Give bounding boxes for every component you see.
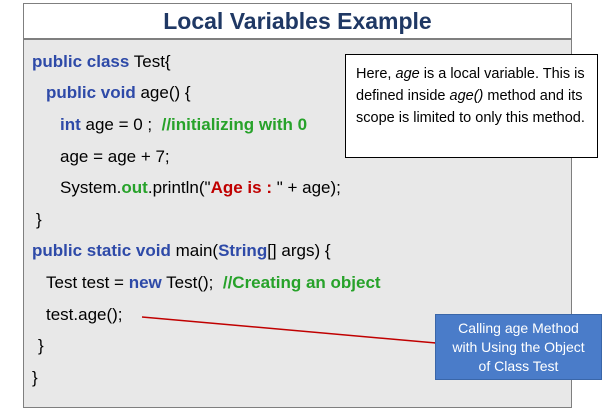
callout-line: with Using the Object (452, 338, 585, 355)
note-var: age (395, 66, 420, 82)
code-comment: //initializing with 0 (161, 115, 308, 134)
code-text: Test{ (129, 52, 171, 71)
code-text: main( (170, 241, 219, 260)
code-line-println: System.out.println("Age is : " + age); (60, 178, 341, 198)
code-text: age() { (135, 83, 191, 102)
title-banner: Local Variables Example (23, 3, 572, 39)
code-line-close-class: } (32, 368, 38, 387)
keyword-public-class: public class (32, 52, 130, 71)
code-comment: //Creating an object (222, 273, 381, 292)
keyword-string: String (218, 241, 268, 260)
code-line-class-decl: public class Test{ (32, 52, 171, 72)
keyword-public-void: public void (46, 83, 136, 102)
page-title: Local Variables Example (163, 7, 432, 34)
callout-box: Calling age Method with Using the Object… (435, 314, 602, 380)
code-text: Test test = (46, 273, 129, 292)
code-string: Age is : (210, 178, 277, 197)
callout-line: of Class Test (478, 357, 559, 374)
code-line-close-method: } (36, 210, 42, 229)
code-field-out: out (121, 178, 148, 197)
keyword-new: new (128, 273, 162, 292)
callout-line: Calling age Method (458, 319, 579, 336)
code-text: System. (60, 178, 122, 197)
note-text: Here, (356, 66, 396, 82)
code-line-method-decl: public void age() { (46, 83, 191, 103)
code-text: " + age); (276, 178, 341, 197)
code-line-close-main: } (38, 336, 44, 355)
note-method: age() (449, 88, 484, 104)
code-line-increment: age = age + 7; (60, 147, 170, 166)
code-text: age = 0 ; (80, 115, 162, 134)
keyword-public-static-void: public static void (32, 241, 171, 260)
code-line-main-decl: public static void main(String[] args) { (32, 241, 331, 261)
code-line-init: int age = 0 ; //initializing with 0 (60, 115, 307, 135)
explanation-note: Here, age is a local variable. This is d… (345, 54, 598, 158)
code-line-create-object: Test test = new Test(); //Creating an ob… (46, 273, 381, 293)
code-line-call: test.age(); (46, 305, 123, 324)
code-text: .println(" (147, 178, 211, 197)
keyword-int: int (60, 115, 81, 134)
code-text: Test(); (161, 273, 223, 292)
code-text: [] args) { (267, 241, 331, 260)
